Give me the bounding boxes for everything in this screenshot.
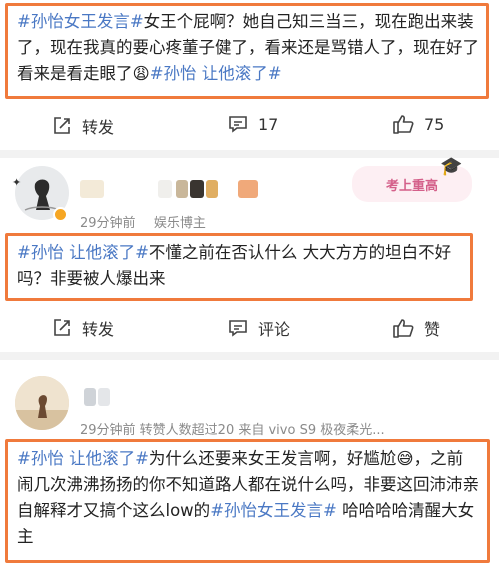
divider — [0, 352, 499, 360]
username-blurred[interactable] — [80, 178, 260, 200]
username-blurred[interactable] — [80, 386, 140, 406]
post2-meta: 29分钟前 娱乐博主 — [80, 212, 206, 231]
post2-actions: 转发 评论 赞 — [0, 306, 499, 350]
pixel-block — [98, 388, 110, 406]
post1-actions: 转发 17 75 — [0, 104, 499, 148]
like-label: 赞 — [424, 320, 441, 339]
repost-label: 转发 — [82, 118, 115, 137]
divider — [0, 150, 499, 158]
comment-label: 评论 — [258, 320, 291, 339]
topic-tag-link[interactable]: #孙怡 让他滚了# — [150, 64, 282, 83]
topic-tag-link[interactable]: #孙怡 让他滚了# — [17, 243, 149, 262]
repost-icon — [54, 319, 70, 336]
post-time: 29分钟前 — [80, 216, 136, 231]
thumbs-up-icon — [393, 115, 414, 134]
post3-text: #孙怡 让他滚了#为什么还要来女王发言啊，好尴尬😅，之前闹几次沸沸扬扬的你不知道… — [17, 446, 479, 550]
pixel-block — [238, 180, 258, 198]
like-count: 75 — [424, 114, 445, 134]
repost-label: 转发 — [82, 320, 115, 339]
post3-meta: 29分钟前 转赞人数超过20 来自 vivo S9 极夜柔光... — [80, 423, 385, 438]
like-button[interactable]: 赞 — [392, 316, 440, 340]
pixel-block — [190, 180, 204, 198]
pixel-block — [176, 180, 188, 198]
repost-button[interactable]: 转发 — [52, 316, 114, 340]
repost-icon — [54, 117, 70, 134]
topic-tag-link[interactable]: #孙怡女王发言# — [17, 12, 144, 31]
camera-badge-icon: ✦ — [12, 176, 22, 189]
comment-count: 17 — [258, 114, 279, 134]
comment-icon — [229, 116, 247, 133]
like-button[interactable]: 75 — [392, 114, 444, 134]
comment-button[interactable]: 评论 — [228, 316, 290, 340]
post2-text: #孙怡 让他滚了#不懂之前在否认什么 大大方方的坦白不好吗？非要被人爆出来 — [17, 240, 467, 292]
repost-button[interactable]: 转发 — [52, 114, 114, 138]
topic-tag-link[interactable]: #孙怡女王发言# — [210, 501, 337, 520]
pixel-block — [80, 180, 104, 198]
pixel-block — [84, 388, 96, 406]
avatar[interactable] — [15, 376, 69, 430]
verified-badge-icon — [53, 207, 68, 222]
pixel-block — [206, 180, 218, 198]
post1-text: #孙怡女王发言#女王个屁啊？她自己知三当三，现在跑出来装了，现在我真的要心疼董子… — [17, 9, 479, 87]
comment-button[interactable]: 17 — [228, 114, 278, 134]
comment-icon — [229, 320, 247, 337]
graduate-cap-icon: 🎓 — [440, 156, 463, 177]
thumbs-up-icon — [393, 319, 414, 338]
badge-label: 考上重高 — [385, 178, 438, 194]
topic-tag-link[interactable]: #孙怡 让他滚了# — [17, 449, 149, 468]
pixel-block — [158, 180, 172, 198]
user-role: 娱乐博主 — [153, 216, 206, 231]
